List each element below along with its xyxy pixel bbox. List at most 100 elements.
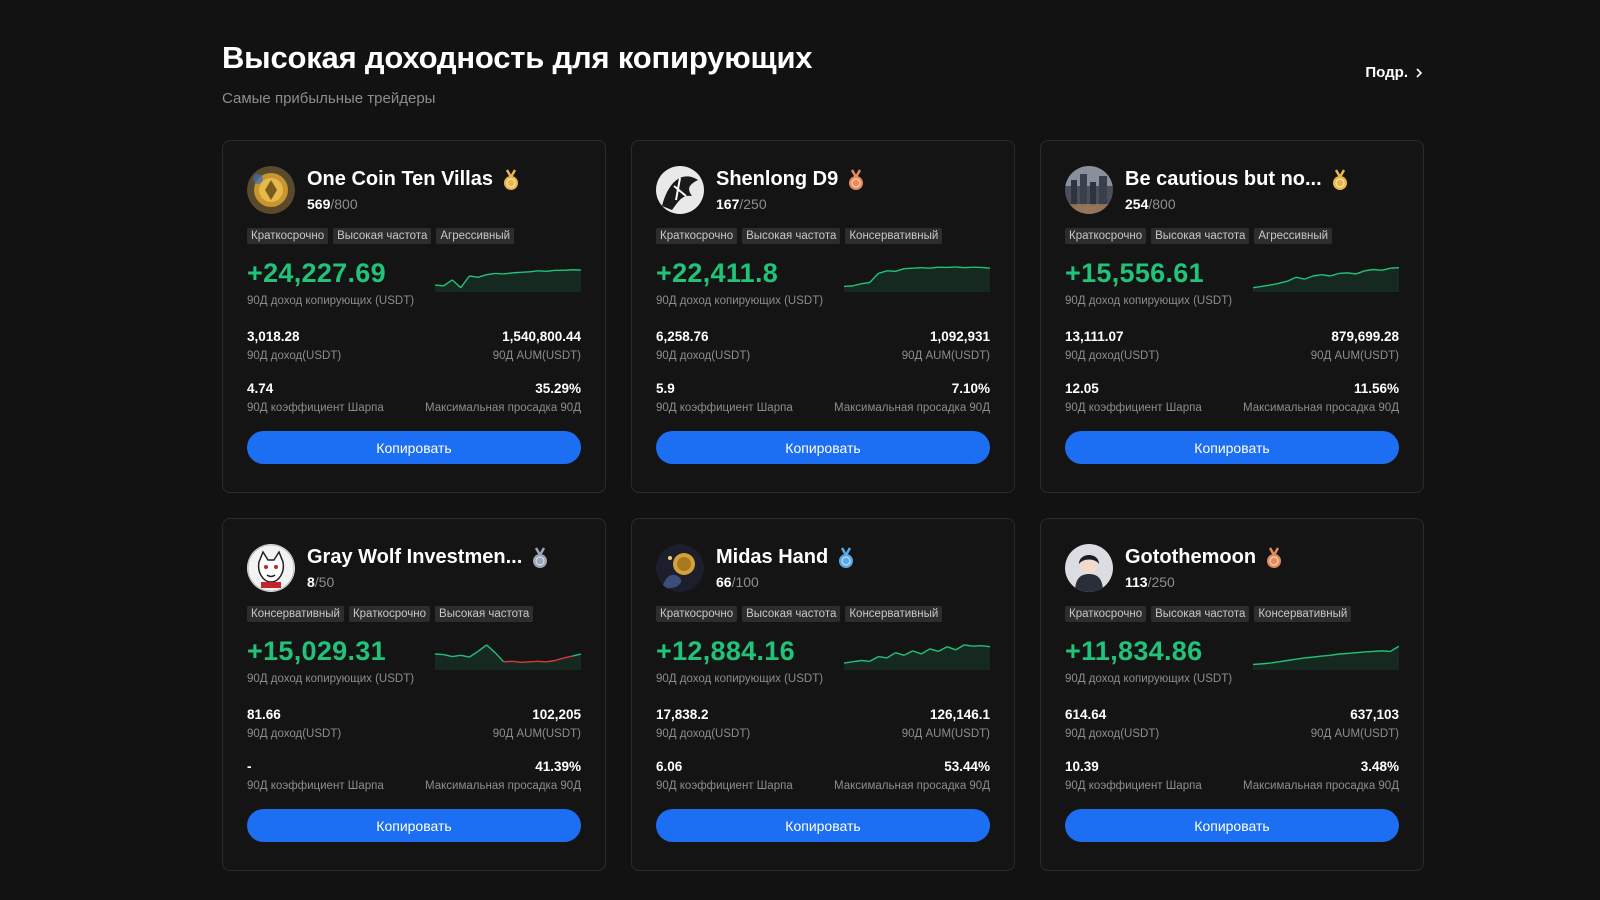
trader-card-1[interactable]: One Coin Ten Villas 569/800 Краткосрочно… (222, 140, 606, 493)
follower-count: 254/800 (1125, 196, 1350, 212)
aum-value: 102,205 (532, 707, 581, 722)
pnl-sparkline (435, 644, 581, 670)
aum-label: 90Д AUM(USDT) (492, 350, 581, 362)
sparkline-segment (529, 660, 539, 663)
page-subtitle: Самые прибыльные трейдеры (222, 90, 436, 107)
trader-tag: Краткосрочно (348, 606, 431, 622)
trader-tags: Консервативный Краткосрочно Высокая част… (247, 606, 581, 622)
aum-label: 90Д AUM(USDT) (492, 728, 581, 740)
drawdown-value: 11.56% (1353, 381, 1399, 396)
trader-tag: Консервативный (845, 228, 943, 244)
roi-value: 6,258.76 (656, 329, 709, 344)
copy-button[interactable]: Копировать (656, 431, 990, 464)
drawdown-label: Максимальная просадка 90Д (1243, 780, 1399, 792)
copier-pnl-label: 90Д доход копирующих (USDT) (1065, 295, 1233, 307)
roi-value: 17,838.2 (656, 707, 709, 722)
aum-label: 90Д AUM(USDT) (1310, 350, 1399, 362)
more-link[interactable]: Подр. (1365, 64, 1424, 81)
trader-card-6[interactable]: Gotothemoon 113/250 Краткосрочно Высокая… (1040, 518, 1424, 871)
copy-button[interactable]: Копировать (1065, 809, 1399, 842)
roi-value: 614.64 (1065, 707, 1107, 722)
stats-row-2: 6.06 90Д коэффициент Шарпа 53.44% Максим… (656, 759, 990, 792)
wolf-avatar[interactable] (247, 544, 295, 592)
trader-name[interactable]: Shenlong D9 (716, 168, 838, 191)
roi-value: 13,111.07 (1065, 329, 1124, 344)
trader-name[interactable]: One Coin Ten Villas (307, 168, 493, 191)
sparkline-segment (972, 644, 982, 647)
trader-card-3[interactable]: Be cautious but no... 254/800 Краткосроч… (1040, 140, 1424, 493)
stats-row-1: 13,111.07 90Д доход(USDT) 879,699.28 90Д… (1065, 329, 1399, 362)
sharpe-label: 90Д коэффициент Шарпа (1065, 780, 1202, 792)
trader-tag: Краткосрочно (1065, 228, 1147, 244)
follower-count: 66/100 (716, 574, 856, 590)
trader-card-grid: One Coin Ten Villas 569/800 Краткосрочно… (222, 140, 1424, 871)
sharpe-label: 90Д коэффициент Шарпа (656, 402, 793, 414)
trader-name[interactable]: Be cautious but no... (1125, 168, 1322, 191)
trader-card-2[interactable]: Shenlong D9 167/250 Краткосрочно Высокая… (631, 140, 1015, 493)
follower-capacity: /100 (731, 574, 759, 590)
copy-button[interactable]: Копировать (1065, 431, 1399, 464)
city-avatar[interactable] (1065, 166, 1113, 214)
copy-button[interactable]: Копировать (247, 431, 581, 464)
follower-current: 8 (307, 574, 315, 590)
follower-count: 113/250 (1125, 574, 1284, 590)
trader-card-4[interactable]: Gray Wolf Investmen... 8/50 Консервативн… (222, 518, 606, 871)
trader-name[interactable]: Midas Hand (716, 546, 828, 569)
follower-current: 569 (307, 196, 331, 212)
coin-avatar[interactable] (247, 166, 295, 214)
trader-tag: Краткосрочно (1065, 606, 1147, 622)
sharpe-label: 90Д коэффициент Шарпа (247, 780, 384, 792)
trader-name[interactable]: Gotothemoon (1125, 546, 1256, 569)
sparkline-segment (538, 660, 547, 663)
roi-label: 90Д доход(USDT) (656, 350, 751, 362)
sparkline-segment (1364, 650, 1374, 653)
sparkline-segment (947, 266, 956, 269)
pnl-sparkline (844, 644, 990, 670)
sparkline-segment (1261, 662, 1271, 665)
sharpe-label: 90Д коэффициент Шарпа (656, 780, 793, 792)
drawdown-value: 53.44% (944, 759, 990, 774)
copy-button[interactable]: Копировать (247, 809, 581, 842)
moon-avatar[interactable] (1065, 544, 1113, 592)
sparkline-segment (563, 269, 573, 271)
stats-row-2: 10.39 90Д коэффициент Шарпа 3.48% Максим… (1065, 759, 1399, 792)
sharpe-value: 5.9 (656, 381, 675, 396)
drawdown-value: 35.29% (535, 381, 581, 396)
stats-row-1: 6,258.76 90Д доход(USDT) 1,092,931 90Д A… (656, 329, 990, 362)
midas-avatar[interactable] (656, 544, 704, 592)
follower-count: 569/800 (307, 196, 521, 212)
sparkline-segment (1390, 266, 1399, 269)
trader-tags: Краткосрочно Высокая частота Агрессивный (247, 228, 581, 244)
sparkline-segment (503, 660, 513, 663)
sparkline-segment (1373, 650, 1382, 653)
roi-label: 90Д доход(USDT) (247, 350, 342, 362)
trader-card-5[interactable]: Midas Hand 66/100 Краткосрочно Высокая ч… (631, 518, 1015, 871)
pnl-sparkline (1253, 266, 1399, 292)
copier-pnl-label: 90Д доход копирующих (USDT) (247, 673, 415, 685)
trader-tags: Краткосрочно Высокая частота Агрессивный (1065, 228, 1399, 244)
trader-tag: Агрессивный (436, 228, 515, 244)
sharpe-label: 90Д коэффициент Шарпа (1065, 402, 1202, 414)
trader-name[interactable]: Gray Wolf Investmen... (307, 546, 522, 569)
sharpe-value: 6.06 (656, 759, 683, 774)
sparkline-area (1253, 646, 1399, 670)
sparkline-area (844, 644, 990, 670)
drawdown-label: Максимальная просадка 90Д (834, 402, 990, 414)
drawdown-label: Максимальная просадка 90Д (425, 402, 581, 414)
trader-tag: Высокая частота (1151, 606, 1250, 622)
sparkline-segment (435, 653, 444, 656)
drawdown-value: 3.48% (1360, 759, 1399, 774)
sparkline-area (435, 644, 581, 670)
trader-tag: Высокая частота (1151, 228, 1250, 244)
copier-pnl-value: +12,884.16 (656, 636, 795, 666)
sparkline-segment (1338, 652, 1348, 655)
stats-row-2: - 90Д коэффициент Шарпа 41.39% Максималь… (247, 759, 581, 792)
roi-label: 90Д доход(USDT) (1065, 728, 1160, 740)
sparkline-segment (1253, 663, 1262, 666)
copy-button[interactable]: Копировать (656, 809, 990, 842)
sparkline-segment (1381, 650, 1391, 653)
top-traders-section: Высокая доходность для копирующих Самые … (222, 40, 1424, 871)
sparkline-segment (512, 271, 521, 274)
roi-value: 3,018.28 (247, 329, 300, 344)
dragon-avatar[interactable] (656, 166, 704, 214)
